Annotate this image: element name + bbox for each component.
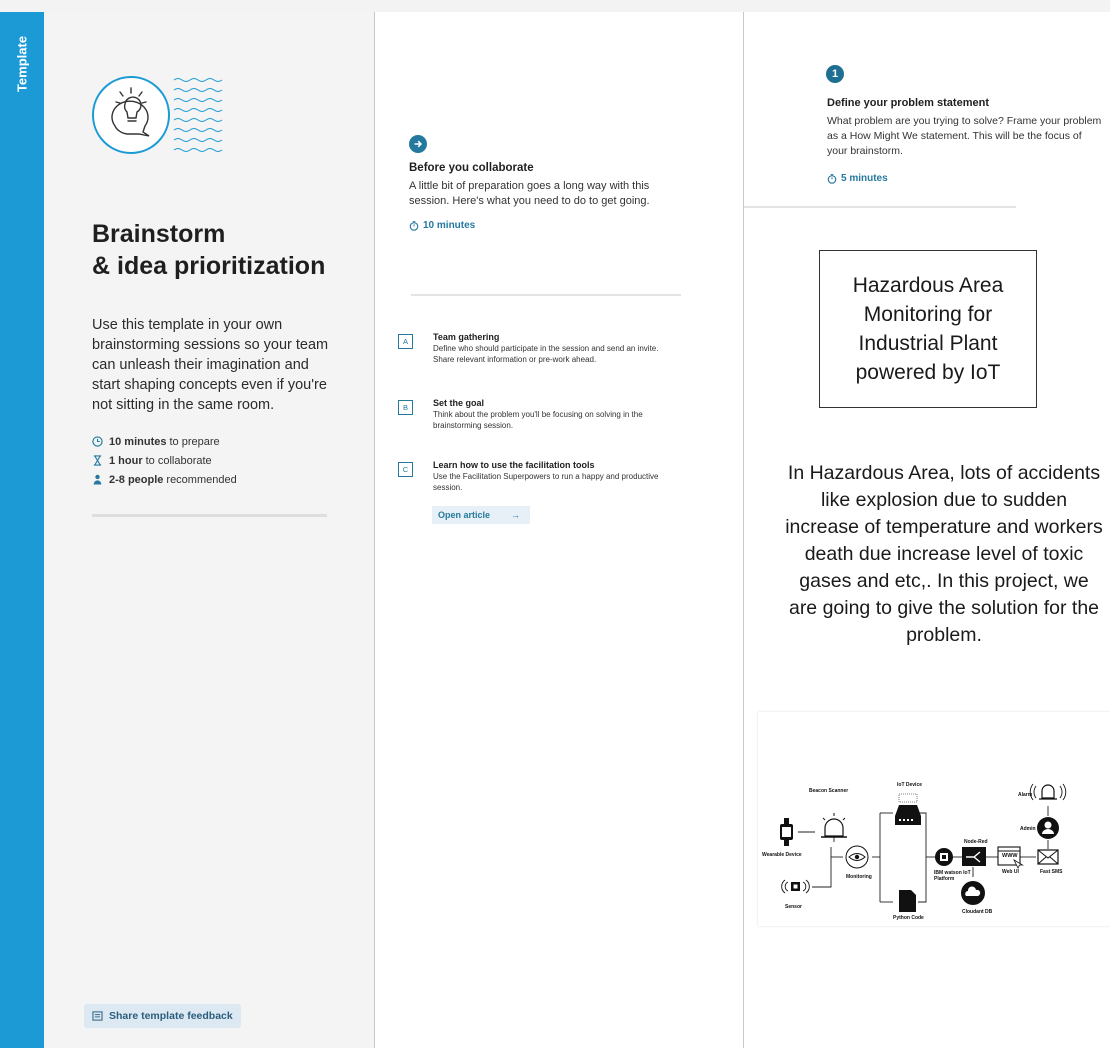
step-number-badge: 1 [826,65,844,83]
open-article-label: Open article [438,510,491,520]
lightbulb-illustration-icon [92,76,223,154]
step-text: Define who should participate in the ses… [433,344,659,364]
arrow-right-icon: → [511,510,520,520]
label-admin: Admin [1020,826,1036,832]
collaborate-text: A little bit of preparation goes a long … [409,180,650,207]
template-label: Template [14,35,30,93]
problem-title: Define your problem statement [827,97,989,109]
architecture-diagram: Beacon Scanner Wearable Device Sensor Mo… [758,712,1110,926]
problem-time: 5 minutes [827,173,888,184]
step-text: Use the Facilitation Superpowers to run … [433,472,659,492]
project-title-text: Hazardous Area Monitoring for Industrial… [852,274,1004,384]
meta-prepare-bold: 10 minutes [109,435,167,448]
title-line-2: & idea prioritization [92,252,326,280]
label-web-ui: Web UI [1002,869,1019,875]
meta-prepare: 10 minutes to prepare [92,432,352,451]
divider [744,206,1016,208]
diagram-lines [780,783,1067,912]
meta-people-text: recommended [166,473,237,486]
label-monitoring: Monitoring [846,874,872,880]
intro-meta: 10 minutes to prepare 1 hour to collabor… [92,432,352,489]
page-title: Brainstorm & idea prioritization [92,218,362,282]
problem-time-label: 5 minutes [841,173,888,184]
intro-description: Use this template in your own brainstorm… [92,317,329,413]
problem-paragraph: In Hazardous Area, lots of accidents lik… [785,462,1103,646]
hourglass-icon [93,455,102,466]
label-fast-sms: Fast SMS [1040,869,1063,875]
step-title: Team gathering [433,332,500,342]
meta-collaborate: 1 hour to collaborate [92,451,352,470]
title-line-1: Brainstorm [92,220,226,248]
meta-people-bold: 2-8 people [109,473,164,486]
intro-panel: Brainstorm & idea prioritization Use thi… [44,12,374,1048]
collaborate-title: Before you collaborate [409,162,534,174]
meta-collaborate-bold: 1 hour [109,454,143,467]
collaborate-time: 10 minutes [409,220,475,231]
step-badge: A [398,334,413,349]
comment-icon [92,1011,103,1021]
problem-text: What problem are you trying to solve? Fr… [827,115,1102,157]
template-sidebar: Template [0,12,44,1048]
step-badge: B [398,400,413,415]
collaborate-time-label: 10 minutes [423,220,476,231]
step-text: Think about the problem you'll be focusi… [433,410,643,430]
top-strip [0,0,1110,12]
clock-icon [92,436,103,447]
timer-icon [409,220,419,231]
share-feedback-button[interactable]: Share template feedback [84,1004,241,1028]
step-title: Set the goal [433,398,485,408]
label-sensor: Sensor [785,904,802,910]
arrow-right-icon [409,135,427,153]
step-badge: C [398,462,413,477]
problem-panel: 1 Define your problem statement What pro… [744,12,1110,1048]
divider [92,514,327,517]
label-wearable-device: Wearable Device [762,852,802,858]
label-iot-device: IoT Device [897,782,923,788]
label-node-red: Node-Red [964,839,988,845]
label-www: WWW [1002,853,1018,859]
meta-people: 2-8 people recommended [92,470,352,489]
label-python-code: Python Code [893,915,924,921]
divider [411,294,681,296]
meta-collaborate-text: to collaborate [145,454,212,467]
label-alarm: Alarm [1018,792,1033,798]
label-cloudant-db: Cloudant DB [962,909,993,915]
project-title-box: Hazardous Area Monitoring for Industrial… [819,250,1037,408]
person-icon [93,474,102,485]
open-article-button[interactable]: Open article → [432,506,530,524]
step-title: Learn how to use the facilitation tools [433,460,595,470]
label-ibm-watson: IBM watson IoT Platform [934,870,971,882]
timer-icon [827,173,837,184]
label-beacon-scanner: Beacon Scanner [809,788,849,794]
collaborate-panel: Before you collaborate A little bit of p… [375,12,743,1048]
meta-prepare-text: to prepare [169,435,220,448]
share-feedback-label: Share template feedback [109,1010,233,1022]
